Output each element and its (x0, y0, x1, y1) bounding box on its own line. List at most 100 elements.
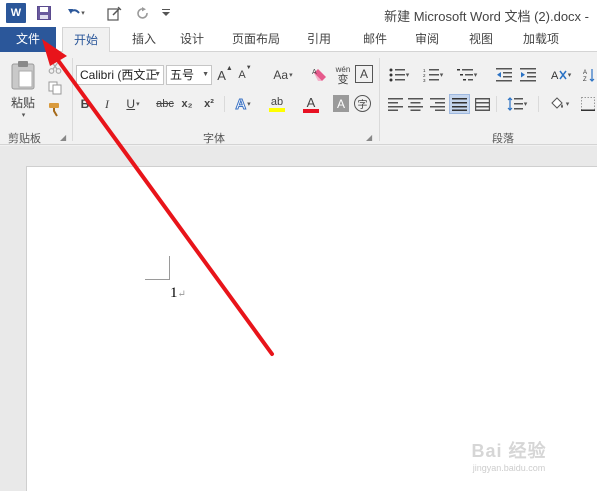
watermark: Bai 经验 jingyan.baidu.com (449, 437, 569, 477)
copy-button[interactable] (46, 79, 64, 97)
save-icon[interactable] (36, 3, 52, 23)
font-size-combo[interactable]: 五号 ▼ (166, 65, 212, 85)
multilevel-list-button[interactable]: ▾ (452, 65, 482, 85)
phonetic-bottom: 变 (337, 74, 349, 86)
svg-text:3: 3 (423, 78, 426, 82)
font-launcher-icon[interactable]: ◢ (366, 133, 372, 142)
line-spacing-icon (507, 97, 523, 111)
word-window: W ▾ 新建 Microsoft Word 文档 (2).docx - 文件 开… (0, 0, 597, 491)
tab-page-layout[interactable]: 页面布局 (224, 27, 288, 52)
align-right-button[interactable] (428, 95, 446, 113)
numbering-icon: 123 (423, 68, 439, 82)
borders-button[interactable] (578, 94, 597, 114)
decrease-indent-icon (496, 68, 512, 82)
ribbon: 粘贴 ▾ 剪贴板 ◢ Calibri (西文正 ▼ 五号 ▼ A ▲ A ▼ A… (0, 52, 597, 145)
document-text-content: 1 (170, 285, 178, 301)
increase-indent-button[interactable] (518, 65, 538, 85)
sort-icon: AZ (583, 69, 594, 82)
chevron-down-icon[interactable]: ▼ (154, 66, 161, 84)
redo-icon[interactable] (136, 3, 150, 23)
numbering-button[interactable]: 1 2 3 ▾ (418, 65, 448, 85)
shading-button[interactable]: ▾ (544, 94, 574, 114)
superscript-button[interactable]: x² (200, 95, 218, 113)
change-case-button[interactable]: Aa ▾ (266, 65, 300, 85)
distributed-button[interactable] (473, 95, 491, 113)
increase-indent-icon (520, 68, 536, 82)
align-left-button[interactable] (386, 95, 404, 113)
font-color-button[interactable]: A (296, 94, 326, 114)
chevron-down-icon[interactable]: ▼ (202, 66, 209, 84)
distributed-icon (474, 97, 490, 111)
tab-references[interactable]: 引用 (298, 27, 340, 52)
underline-button[interactable]: U ▾ (122, 95, 144, 113)
justify-button[interactable] (449, 94, 470, 114)
line-spacing-button[interactable]: ▾ (502, 94, 532, 114)
paste-dropdown-icon[interactable]: ▾ (22, 111, 26, 119)
undo-icon[interactable]: ▾ (66, 3, 86, 23)
tab-insert[interactable]: 插入 (124, 27, 164, 52)
multilevel-list-icon (456, 69, 473, 81)
clipboard-launcher-icon[interactable]: ◢ (60, 133, 66, 142)
tab-design[interactable]: 设计 (172, 27, 212, 52)
italic-button[interactable]: I (100, 95, 114, 113)
svg-text:Z: Z (583, 77, 587, 82)
svg-text:A: A (583, 70, 587, 76)
font-color-bar (303, 108, 319, 113)
text-effects-button[interactable]: A ▾ (228, 94, 258, 114)
customize-toolbar-icon[interactable] (160, 3, 172, 23)
text-effects-icon: A (235, 95, 247, 113)
separator (379, 58, 380, 141)
font-size-value: 五号 (170, 68, 195, 82)
document-text[interactable]: 1↵ (170, 285, 186, 302)
separator (538, 96, 539, 112)
format-painter-button[interactable] (46, 100, 64, 118)
eraser-icon: A (312, 69, 326, 81)
tab-addins[interactable]: 加载项 (514, 27, 568, 52)
shrink-font-icon: A (238, 69, 246, 81)
phonetic-guide-button[interactable]: wén 变 (333, 63, 353, 87)
separator (72, 58, 73, 141)
align-center-icon (407, 97, 423, 111)
grow-font-button[interactable]: A ▲ (216, 65, 234, 85)
font-color-icon: A (306, 94, 316, 110)
font-name-combo[interactable]: Calibri (西文正 ▼ (76, 65, 164, 85)
svg-text:A: A (312, 69, 317, 76)
clipboard-group-label: 剪贴板 (8, 133, 41, 145)
clear-formatting-button[interactable]: A (310, 65, 330, 85)
watermark-main: Bai 经验 (471, 441, 547, 461)
bold-button[interactable]: B (78, 95, 92, 113)
borders-icon (580, 97, 595, 111)
highlight-button[interactable]: ab (262, 94, 292, 114)
document-area: 1↵ Bai 经验 jingyan.baidu.com (0, 146, 597, 491)
align-left-icon (387, 97, 403, 111)
align-right-icon (429, 97, 445, 111)
paste-button[interactable]: 粘贴 ▾ (6, 58, 40, 120)
tab-review[interactable]: 审阅 (406, 27, 448, 52)
decrease-indent-button[interactable] (494, 65, 514, 85)
paste-icon (11, 60, 35, 89)
paint-bucket-icon (551, 96, 563, 109)
subscript-button[interactable]: x₂ (178, 95, 196, 113)
character-shading-button[interactable]: A (333, 95, 349, 112)
character-border-button[interactable]: A (355, 65, 373, 83)
shrink-font-button[interactable]: A ▼ (236, 65, 254, 85)
document-title: 新建 Microsoft Word 文档 (2).docx - (384, 9, 589, 24)
enclose-characters-button[interactable]: 字 (354, 95, 371, 112)
tab-home[interactable]: 开始 (62, 27, 110, 53)
strikethrough-button[interactable]: abc (154, 95, 176, 113)
justify-icon (452, 97, 467, 111)
bullets-button[interactable]: ▾ (384, 65, 414, 85)
cut-button[interactable] (46, 58, 64, 76)
copy-icon (48, 81, 62, 95)
tab-mailings[interactable]: 邮件 (354, 27, 396, 52)
touch-mode-icon[interactable] (106, 3, 122, 23)
align-center-button[interactable] (406, 95, 424, 113)
highlight-icon: ab (270, 96, 284, 108)
sort-button[interactable]: AZ (580, 65, 597, 85)
word-logo-icon[interactable]: W (6, 3, 26, 23)
bullets-icon (389, 68, 405, 82)
chinese-layout-button[interactable]: A ▾ (546, 65, 576, 85)
undo-dropdown-icon[interactable]: ▾ (81, 9, 85, 17)
tab-file[interactable]: 文件 (0, 27, 56, 52)
tab-view[interactable]: 视图 (460, 27, 502, 52)
